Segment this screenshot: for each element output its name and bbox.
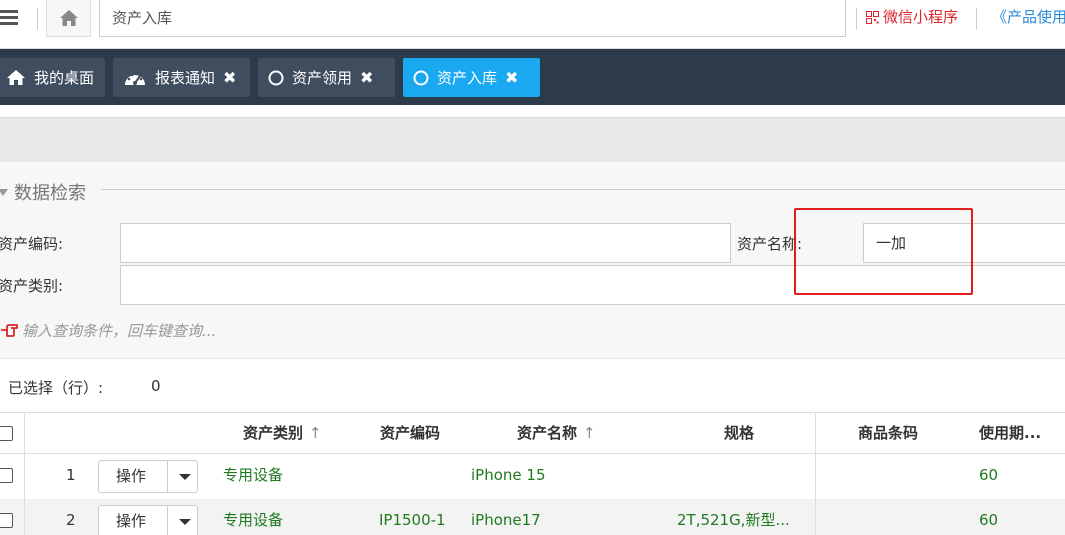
row-index: 2 (66, 511, 76, 529)
legend-divider (101, 189, 1065, 190)
tab-label: 报表通知 (155, 69, 216, 87)
search-panel: 数据检索 资产编码: 资产名称: 一加 资产类别: 输入查询条件，回车键查询..… (0, 162, 1065, 358)
search-input[interactable]: 资产入库 (99, 0, 846, 37)
asset-category-input[interactable] (120, 265, 1065, 305)
sort-arrow-icon[interactable]: ↑ (309, 424, 322, 442)
tab-asset-receive[interactable]: 资产领用 ✖ (258, 58, 395, 97)
divider (856, 8, 857, 30)
select-all-checkbox[interactable] (0, 426, 13, 441)
toolbar-strip (0, 117, 1065, 162)
sort-arrow-icon[interactable]: ↑ (583, 424, 596, 442)
column-label: 资产名称 (517, 424, 578, 442)
search-legend[interactable]: 数据检索 (0, 179, 86, 205)
cell-usage-period: 60 (979, 466, 999, 484)
home-button[interactable] (46, 0, 91, 37)
dashboard-icon (123, 69, 147, 87)
tab-desktop[interactable]: 我的桌面 (0, 58, 105, 97)
top-bar: 资产入库 微信小程序 《产品使用 (0, 0, 1065, 49)
cell-usage-period: 60 (979, 511, 999, 529)
qrcode-icon (866, 10, 879, 24)
grid-line (24, 413, 25, 535)
cell-category: 专用设备 (223, 511, 284, 529)
selected-count: 0 (151, 377, 161, 395)
cell-category: 专用设备 (223, 466, 284, 484)
home-icon (59, 10, 78, 26)
hint-text: 输入查询条件，回车键查询... (22, 322, 217, 340)
tab-label: 资产领用 (292, 69, 353, 87)
cell-spec: 2T,521G,新型... (677, 511, 790, 529)
wechat-miniprogram-link[interactable]: 微信小程序 (866, 6, 958, 28)
divider (167, 461, 168, 492)
divider (37, 8, 38, 30)
tab-label: 资产入库 (437, 69, 498, 87)
grid-line (815, 413, 816, 535)
action-dropdown-button[interactable]: 操作 (98, 505, 198, 535)
asset-name-label: 资产名称: (737, 235, 803, 253)
row-checkbox[interactable] (0, 468, 13, 483)
collapse-triangle-icon (0, 188, 8, 196)
divider (167, 506, 168, 535)
asset-name-input[interactable]: 一加 (863, 223, 1065, 263)
close-icon[interactable]: ✖ (360, 68, 373, 87)
column-label: 资产类别 (243, 424, 304, 442)
tab-asset-inbound[interactable]: 资产入库 ✖ (403, 58, 540, 97)
asset-category-label: 资产类别: (0, 277, 64, 295)
asset-table: 资产类别 ↑ 资产编码 资产名称 ↑ 规格 商品条码 使用期... 1 操作 专用设… (0, 412, 1065, 535)
home-icon (6, 69, 26, 86)
caret-down-icon[interactable] (179, 474, 191, 480)
close-icon[interactable]: ✖ (223, 68, 236, 87)
row-checkbox[interactable] (0, 513, 13, 528)
wechat-label: 微信小程序 (883, 8, 959, 26)
spacer (0, 105, 1065, 117)
circle-icon (268, 70, 284, 86)
asset-code-label: 资产编码: (0, 235, 64, 253)
selection-info: 已选择（行）: 0 (0, 358, 1065, 413)
legend-label: 数据检索 (14, 183, 86, 204)
selected-label: 已选择（行）: (8, 379, 104, 397)
cell-name: iPhone 15 (471, 466, 546, 484)
tab-bar: 我的桌面 报表通知 ✖ 资产领用 ✖ 资产入库 ✖ (0, 49, 1065, 105)
col-barcode[interactable]: 商品条码 (858, 413, 918, 454)
tab-report-notice[interactable]: 报表通知 ✖ (113, 58, 250, 97)
circle-icon (413, 70, 429, 86)
col-spec[interactable]: 规格 (724, 413, 754, 454)
cell-code: IP1500-1 (379, 511, 446, 529)
col-asset-category[interactable]: 资产类别 ↑ (243, 413, 322, 454)
action-dropdown-button[interactable]: 操作 (98, 460, 198, 493)
product-manual-link[interactable]: 《产品使用 (992, 6, 1065, 28)
search-hint: 输入查询条件，回车键查询... (0, 320, 216, 341)
col-usage-period[interactable]: 使用期... (979, 413, 1041, 454)
col-asset-code[interactable]: 资产编码 (380, 413, 440, 454)
col-asset-name[interactable]: 资产名称 ↑ (517, 413, 596, 454)
cell-name: iPhone17 (471, 511, 541, 529)
row-index: 1 (66, 466, 76, 484)
action-label: 操作 (116, 512, 147, 530)
close-icon[interactable]: ✖ (505, 68, 518, 87)
caret-down-icon[interactable] (179, 519, 191, 525)
menu-toggle-icon[interactable] (0, 8, 22, 28)
table-row[interactable]: 2 操作 专用设备 IP1500-1 iPhone17 2T,521G,新型..… (0, 499, 1065, 535)
table-header: 资产类别 ↑ 资产编码 资产名称 ↑ 规格 商品条码 使用期... (0, 413, 1065, 454)
divider (976, 8, 977, 30)
asset-code-input[interactable] (120, 223, 731, 263)
action-label: 操作 (116, 467, 147, 485)
tab-label: 我的桌面 (34, 69, 95, 87)
table-row[interactable]: 1 操作 专用设备 iPhone 15 60 (0, 454, 1065, 499)
pointing-hand-icon (1, 323, 18, 337)
